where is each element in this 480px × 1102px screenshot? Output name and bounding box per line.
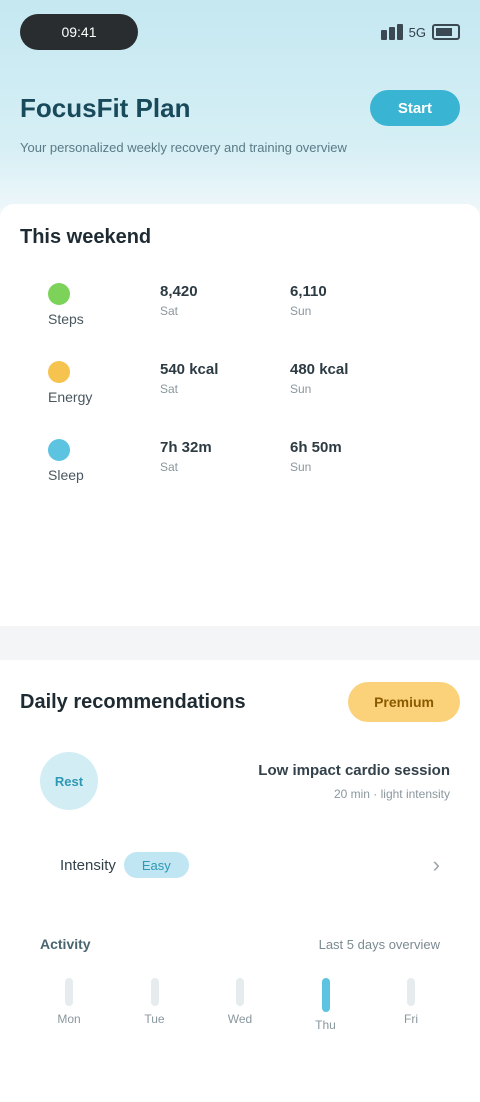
cell-value: 480 kcal [290, 361, 349, 378]
rec-header: Daily recommendations Premium [20, 682, 460, 722]
day-label: Fri [404, 1012, 418, 1026]
rec-info-sub: 20 min · light intensity [333, 786, 450, 801]
battery-icon [432, 24, 460, 40]
hero-title-row: FocusFit Plan Start [20, 90, 460, 126]
status-bar: 09:41 5G [20, 14, 460, 50]
metric-steps[interactable]: Steps [20, 283, 160, 327]
rec-tag-wrap: Intensity Easy [60, 852, 189, 878]
day-label: Thu [315, 1018, 336, 1032]
day-item[interactable]: Tue [130, 978, 180, 1032]
section-divider [0, 632, 480, 660]
rec-intensity-row[interactable]: Intensity Easy › [20, 852, 460, 878]
chevron-right-icon[interactable]: › [433, 852, 440, 878]
day-item[interactable]: Thu [301, 978, 351, 1032]
start-button[interactable]: Start [369, 90, 460, 126]
intensity-tag[interactable]: Easy [123, 852, 189, 878]
activity-range: Last 5 days overview [318, 936, 440, 952]
day-bar [236, 978, 244, 1006]
day-item[interactable]: Mon [44, 978, 94, 1032]
weekly-title: This weekend [20, 226, 152, 248]
weekly-grid: Steps 8,420 Sat 6,110 Sun Energy 540 kca… [20, 283, 460, 483]
day-bar [407, 978, 415, 1006]
activity-header: Activity Last 5 days overview [20, 936, 460, 952]
cell-value: 7h 32m [160, 439, 212, 456]
metric-label: Energy [48, 389, 93, 405]
status-icons: 5G [380, 24, 460, 40]
rec-primary-row[interactable]: Rest Low impact cardio session 20 min · … [20, 752, 460, 810]
cell-sub: Sat [160, 460, 179, 474]
signal-icon [380, 24, 403, 40]
day-label: Wed [227, 1012, 253, 1026]
metric-label: Sleep [48, 467, 84, 483]
weekly-summary-card: This weekend Steps 8,420 Sat 6,110 Sun E… [0, 204, 480, 626]
hero-header: 09:41 5G FocusFit Plan Start Your person… [0, 0, 480, 210]
rec-title: Daily recommendations [20, 690, 246, 713]
cell-value: 6h 50m [290, 439, 342, 456]
cell-value: 6,110 [290, 283, 327, 300]
activity-label: Activity [40, 936, 91, 952]
page-title: FocusFit Plan [20, 92, 191, 123]
network-label: 5G [408, 24, 426, 40]
cell-sub: Sat [160, 382, 179, 396]
rec-info: Low impact cardio session 20 min · light… [258, 762, 450, 801]
cell-sub: Sun [290, 460, 312, 474]
metric-cell: 6,110 Sun [290, 283, 420, 327]
metric-sleep[interactable]: Sleep [20, 439, 160, 483]
day-bar [150, 978, 159, 1006]
metric-cell: 6h 50m Sun [290, 439, 420, 483]
day-label: Mon [57, 1012, 81, 1026]
cell-sub: Sun [290, 304, 312, 318]
steps-icon [48, 283, 70, 305]
metric-cell: 480 kcal Sun [290, 361, 420, 405]
cell-sub: Sun [290, 382, 312, 396]
sleep-icon [48, 439, 70, 461]
metric-cell: 8,420 Sat [160, 283, 290, 327]
premium-badge[interactable]: Premium [348, 682, 460, 722]
metric-cell: 540 kcal Sat [160, 361, 290, 405]
day-selector: Mon Tue Wed Thu Fri [20, 978, 460, 1032]
cell-sub: Sat [160, 304, 179, 318]
metric-label: Steps [48, 311, 84, 327]
recommendations-card: Daily recommendations Premium Rest Low i… [0, 660, 480, 1102]
cell-value: 540 kcal [160, 361, 219, 378]
cell-value: 8,420 [160, 283, 198, 300]
metric-cell: 7h 32m Sat [160, 439, 290, 483]
rec-info-title: Low impact cardio session [258, 761, 450, 779]
hero-subtitle: Your personalized weekly recovery and tr… [20, 140, 347, 155]
day-item[interactable]: Fri [386, 978, 436, 1032]
rec-avatar: Rest [40, 752, 98, 810]
day-item[interactable]: Wed [215, 978, 265, 1032]
day-label: Tue [144, 1012, 165, 1026]
metric-energy[interactable]: Energy [20, 361, 160, 405]
intensity-label: Intensity [60, 856, 116, 874]
day-bar [65, 978, 73, 1006]
status-time-pill: 09:41 [20, 14, 138, 50]
energy-icon [48, 361, 70, 383]
day-bar [321, 978, 330, 1012]
